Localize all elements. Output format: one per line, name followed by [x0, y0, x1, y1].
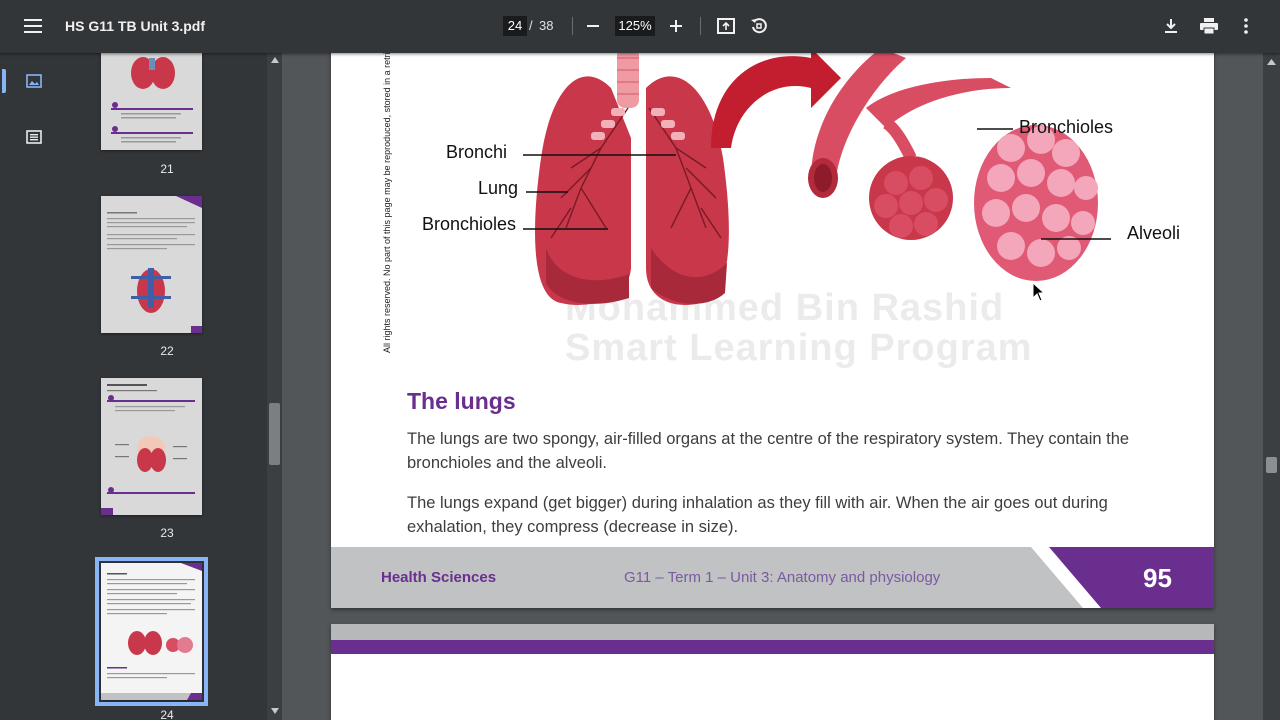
- file-title: HS G11 TB Unit 3.pdf: [65, 18, 206, 34]
- document-scroll-thumb[interactable]: [1266, 457, 1277, 473]
- mouse-cursor-icon: [1032, 282, 1046, 302]
- zoom-input[interactable]: 125%: [615, 16, 655, 36]
- fit-page-icon[interactable]: [710, 10, 742, 42]
- paragraph: The lungs expand (get bigger) during inh…: [407, 494, 1108, 536]
- header-accent-band: [331, 640, 1214, 654]
- page-number-input[interactable]: 24: [503, 16, 527, 36]
- page-footer: Health Sciences G11 – Term 1 – Unit 3: A…: [331, 547, 1214, 608]
- section-title: The lungs: [407, 388, 516, 414]
- thumbnail-pane: 21 22 23 24: [67, 53, 267, 720]
- page-thumbnail-23[interactable]: [101, 378, 202, 515]
- sidebar: [0, 53, 67, 720]
- label-bronchioles-right: Bronchioles: [1019, 117, 1114, 137]
- page-thumbnail-24[interactable]: [95, 557, 208, 706]
- footer-accent: [1031, 547, 1214, 608]
- document-scrollbar[interactable]: [1263, 53, 1280, 720]
- thumbnail-label: 22: [160, 344, 174, 358]
- page-thumbnail-22[interactable]: [101, 196, 202, 333]
- thumbnail-label: 24: [160, 708, 174, 720]
- print-icon[interactable]: [1193, 10, 1225, 42]
- thumbnail-label: 23: [160, 526, 174, 540]
- label-bronchioles-left: Bronchioles: [422, 214, 517, 234]
- page-number: 95: [1143, 563, 1172, 593]
- paragraph: The lungs are two spongy, air-filled org…: [407, 430, 1130, 472]
- page-separator: /: [529, 18, 533, 33]
- header-band: [331, 624, 1214, 640]
- thumbnails-tab-icon[interactable]: [2, 65, 50, 97]
- label-lung: Lung: [478, 178, 519, 198]
- thumbnail-scrollbar[interactable]: [267, 53, 282, 720]
- thumbnail-label: 21: [160, 162, 174, 176]
- more-vert-icon[interactable]: [1230, 10, 1262, 42]
- label-alveoli: Alveoli: [1127, 223, 1181, 243]
- document-viewer[interactable]: Mohammed Bin Rashid Smart Learning Progr…: [282, 53, 1263, 720]
- zoom-in-icon[interactable]: [660, 10, 692, 42]
- next-pdf-page: [331, 624, 1214, 720]
- pdf-toolbar: HS G11 TB Unit 3.pdf 24 / 38 125%: [0, 0, 1280, 53]
- menu-icon[interactable]: [17, 10, 49, 42]
- footer-subject: Health Sciences: [381, 569, 497, 586]
- page-total: 38: [539, 18, 554, 33]
- label-bronchi: Bronchi: [446, 142, 508, 162]
- toolbar-divider: [572, 17, 573, 35]
- scroll-up-icon[interactable]: [271, 57, 279, 63]
- scroll-down-icon[interactable]: [271, 708, 279, 714]
- toolbar-divider: [700, 17, 701, 35]
- rotate-icon[interactable]: [743, 10, 775, 42]
- copyright-note: All rights reserved. No part of this pag…: [382, 53, 392, 353]
- scroll-up-icon[interactable]: [1267, 59, 1276, 65]
- download-icon[interactable]: [1155, 10, 1187, 42]
- footer-unit: G11 – Term 1 – Unit 3: Anatomy and physi…: [624, 569, 941, 586]
- pdf-page: Mohammed Bin Rashid Smart Learning Progr…: [331, 53, 1214, 608]
- lungs-illustration: [523, 53, 1111, 305]
- thumbnail-scroll-thumb[interactable]: [269, 403, 280, 465]
- zoom-out-icon[interactable]: [577, 10, 609, 42]
- outline-tab-icon[interactable]: [18, 121, 50, 153]
- page-thumbnail-21[interactable]: [101, 53, 202, 150]
